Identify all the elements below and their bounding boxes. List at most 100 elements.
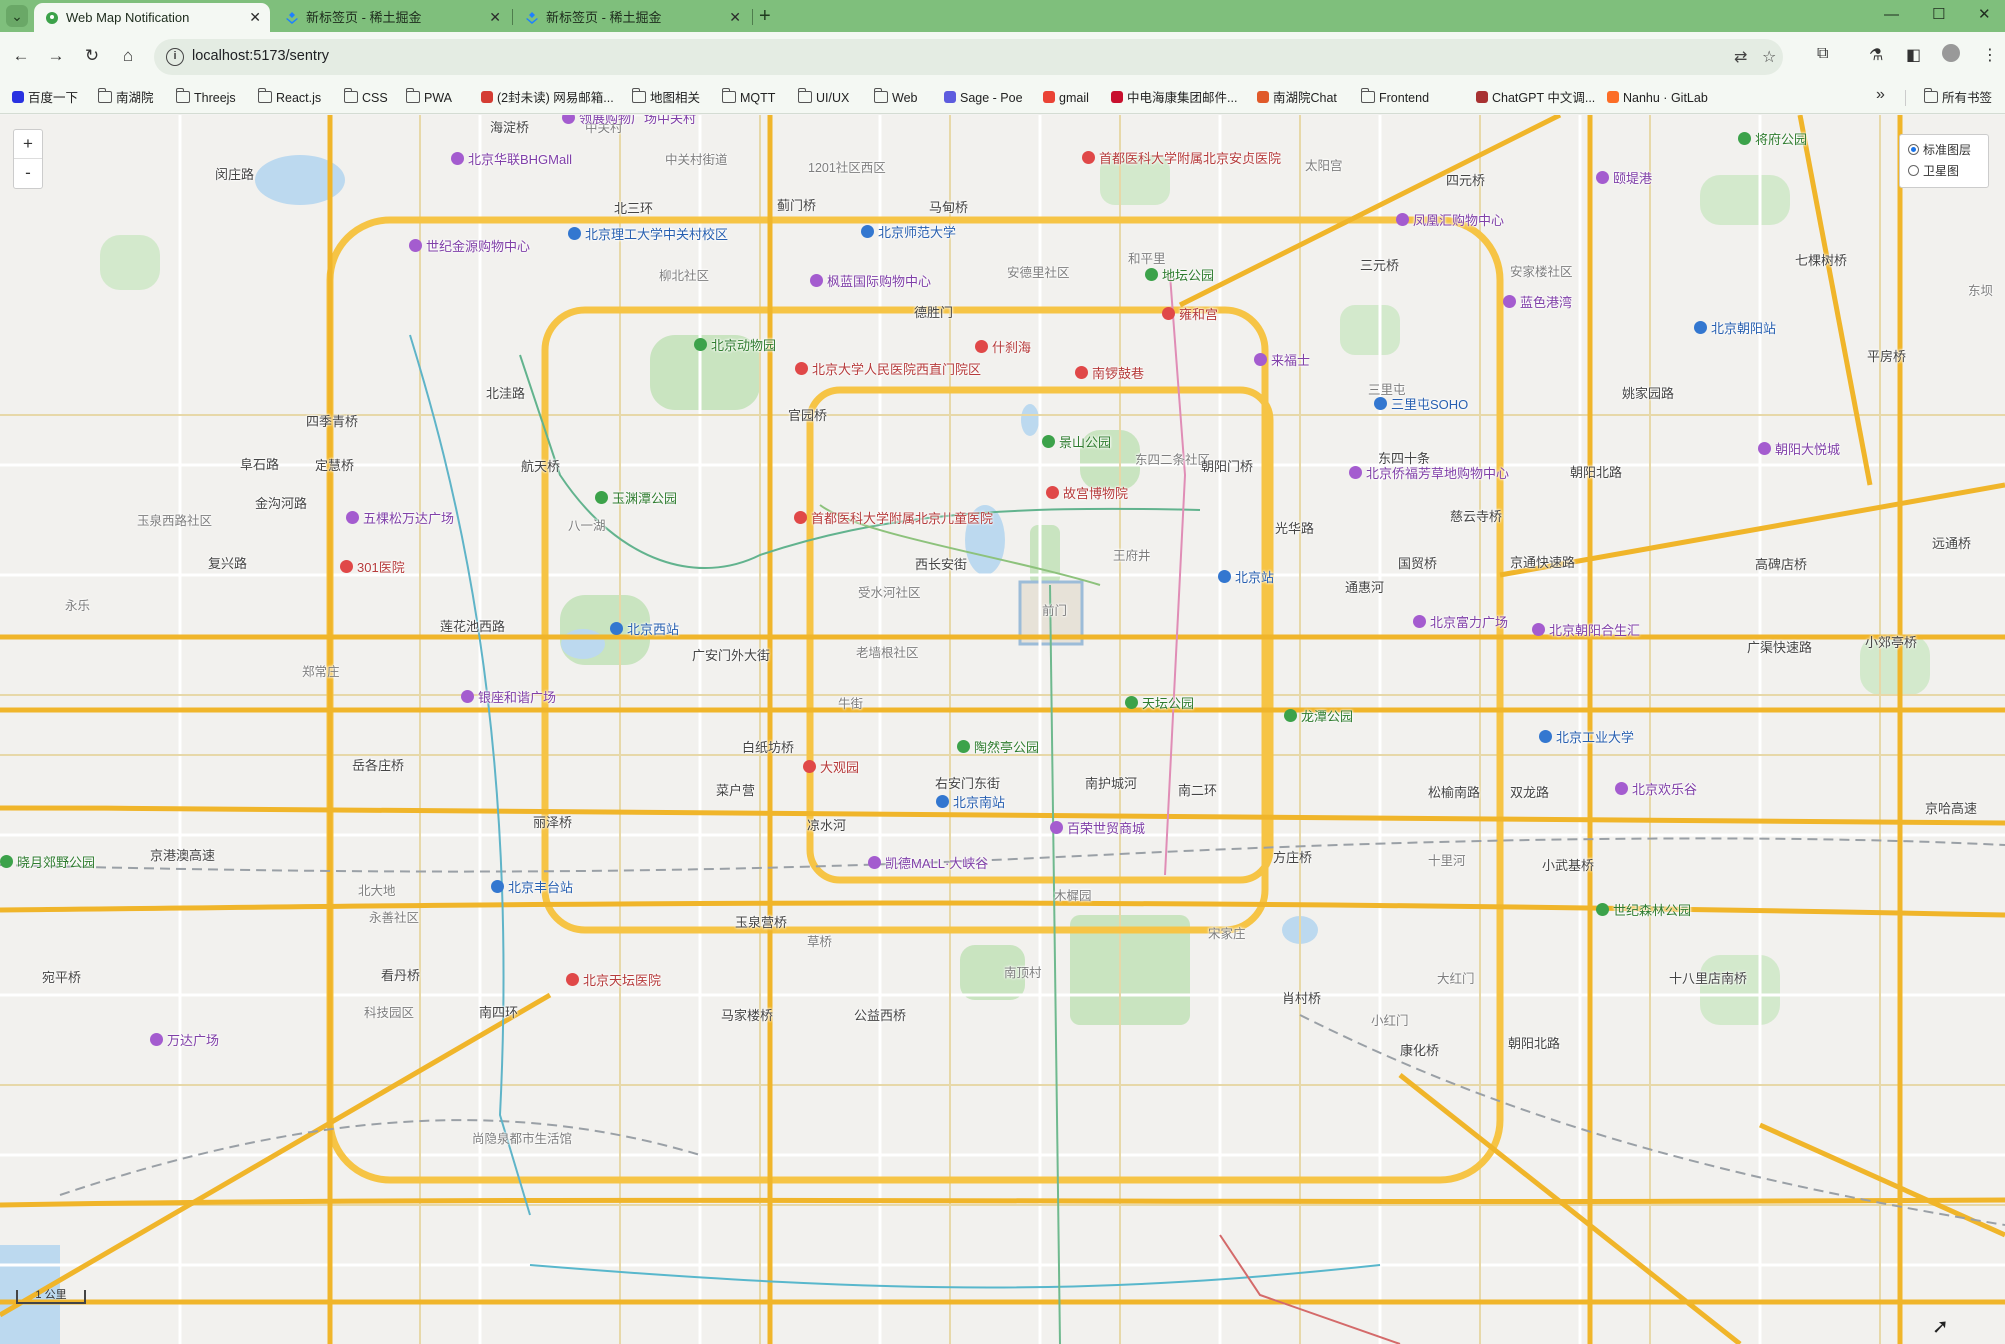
poi-marker[interactable]: 五棵松万达广场 — [346, 511, 454, 526]
bookmark-item[interactable]: gmail — [1043, 88, 1089, 108]
home-icon[interactable]: ⌂ — [115, 43, 141, 69]
map-pin-icon[interactable] — [491, 880, 504, 893]
map-pin-icon[interactable] — [1284, 709, 1297, 722]
poi-marker[interactable]: 北京动物园 — [694, 338, 776, 353]
poi-marker[interactable]: 景山公园 — [1042, 435, 1111, 450]
poi-marker[interactable]: 北京华联BHGMall — [451, 152, 572, 167]
map-pin-icon[interactable] — [562, 115, 575, 124]
map-pin-icon[interactable] — [1349, 466, 1362, 479]
bookmark-item[interactable]: 百度一下 — [12, 88, 78, 108]
bookmark-item[interactable]: Sage - Poe — [944, 88, 1023, 108]
map-pin-icon[interactable] — [1075, 366, 1088, 379]
map-pin-icon[interactable] — [346, 511, 359, 524]
map-pin-icon[interactable] — [795, 362, 808, 375]
poi-marker[interactable]: 龙潭公园 — [1284, 709, 1353, 724]
map-pin-icon[interactable] — [975, 340, 988, 353]
map-pin-icon[interactable] — [1738, 132, 1751, 145]
zoom-in-button[interactable]: + — [14, 130, 42, 159]
bookmark-item[interactable]: Threejs — [176, 88, 236, 108]
poi-marker[interactable]: 301医院 — [340, 560, 405, 575]
poi-marker[interactable]: 北京西站 — [610, 622, 679, 637]
layer-option-satellite[interactable]: 卫星图 — [1908, 161, 1980, 182]
labs-flask-icon[interactable]: ⚗ — [1869, 45, 1883, 65]
new-tab-button[interactable]: + — [759, 4, 771, 28]
poi-marker[interactable]: 北京欢乐谷 — [1615, 782, 1697, 797]
poi-marker[interactable]: 北京师范大学 — [861, 225, 956, 240]
poi-marker[interactable]: 北京理工大学中关村校区 — [568, 227, 728, 242]
map-pin-icon[interactable] — [803, 760, 816, 773]
map-pin-icon[interactable] — [810, 274, 823, 287]
poi-marker[interactable]: 百荣世贸商城 — [1050, 821, 1145, 836]
poi-marker[interactable]: 蓝色港湾 — [1503, 295, 1572, 310]
poi-marker[interactable]: 陶然亭公园 — [957, 740, 1039, 755]
map-pin-icon[interactable] — [340, 560, 353, 573]
poi-marker[interactable]: 北京朝阳站 — [1694, 321, 1776, 336]
translate-icon[interactable]: ⇄ — [1734, 47, 1747, 67]
profile-avatar-icon[interactable] — [1942, 44, 1960, 62]
bookmark-item[interactable]: UI/UX — [798, 88, 849, 108]
map-pin-icon[interactable] — [595, 491, 608, 504]
map-pin-icon[interactable] — [461, 690, 474, 703]
side-panel-icon[interactable]: ◧ — [1906, 45, 1921, 65]
close-tab-icon[interactable]: ✕ — [249, 3, 261, 32]
map-viewport[interactable]: + - 标准图层 卫星图 1 公里 ➚ 海淀桥 中关村 闵庄路 中关村街道 1201社区… — [0, 115, 2005, 1344]
map-pin-icon[interactable] — [1162, 307, 1175, 320]
poi-marker[interactable]: 颐堤港 — [1596, 171, 1652, 186]
poi-marker[interactable]: 什刹海 — [975, 340, 1031, 355]
forward-icon[interactable]: → — [43, 43, 69, 69]
bookmark-star-icon[interactable]: ☆ — [1762, 47, 1776, 67]
minimize-icon[interactable]: — — [1884, 2, 1899, 28]
poi-marker[interactable]: 天坛公园 — [1125, 696, 1194, 711]
layer-option-standard[interactable]: 标准图层 — [1908, 140, 1980, 161]
poi-marker[interactable]: 凯德MALL·大峡谷 — [868, 856, 988, 871]
map-tiles[interactable] — [0, 115, 2005, 1344]
map-pin-icon[interactable] — [150, 1033, 163, 1046]
bookmark-item[interactable]: 中电海康集团邮件... — [1111, 88, 1237, 108]
address-bar[interactable]: i localhost:5173/sentry ⇄ ☆ — [154, 39, 1783, 75]
radio-icon[interactable] — [1908, 165, 1919, 176]
close-tab-icon[interactable]: ✕ — [729, 3, 741, 32]
tab-search-button[interactable]: ⌄ — [6, 5, 28, 27]
map-pin-icon[interactable] — [1050, 821, 1063, 834]
map-pin-icon[interactable] — [1758, 442, 1771, 455]
poi-marker[interactable]: 枫蓝国际购物中心 — [810, 274, 931, 289]
poi-marker[interactable]: 玉渊潭公园 — [595, 491, 677, 506]
map-pin-icon[interactable] — [566, 973, 579, 986]
poi-marker[interactable]: 朝阳大悦城 — [1758, 442, 1840, 457]
map-pin-icon[interactable] — [1539, 730, 1552, 743]
map-pin-icon[interactable] — [1396, 213, 1409, 226]
map-pin-icon[interactable] — [1145, 268, 1158, 281]
bookmark-item[interactable]: (2封未读) 网易邮箱... — [481, 88, 614, 108]
poi-marker[interactable]: 银座和谐广场 — [461, 690, 556, 705]
bookmark-item[interactable]: PWA — [406, 88, 452, 108]
poi-marker[interactable]: 故宫博物院 — [1046, 486, 1128, 501]
map-pin-icon[interactable] — [0, 855, 13, 868]
poi-marker[interactable]: 北京富力广场 — [1413, 615, 1508, 630]
map-pin-icon[interactable] — [1596, 171, 1609, 184]
poi-marker[interactable]: 世纪金源购物中心 — [409, 239, 530, 254]
tab-web-map-notification[interactable]: Web Map Notification ✕ — [34, 3, 270, 32]
poi-marker[interactable]: 尚隐泉都市生活馆 — [472, 1128, 572, 1147]
extensions-icon[interactable]: ⧉ — [1817, 45, 1828, 63]
map-pin-icon[interactable] — [1596, 903, 1609, 916]
tab-juejin-2[interactable]: 新标签页 - 稀土掘金 ✕ — [514, 3, 750, 32]
poi-marker[interactable]: 雍和宫 — [1162, 307, 1218, 322]
maximize-icon[interactable]: ☐ — [1932, 2, 1945, 28]
more-menu-icon[interactable]: ⋮ — [1982, 45, 1998, 65]
poi-marker[interactable]: 北京工业大学 — [1539, 730, 1634, 745]
map-pin-icon[interactable] — [1042, 435, 1055, 448]
poi-marker[interactable]: 晓月郊野公园 — [0, 855, 95, 870]
map-pin-icon[interactable] — [1503, 295, 1516, 308]
poi-marker[interactable]: 北京大学人民医院西直门院区 — [795, 362, 981, 377]
poi-marker[interactable]: 南锣鼓巷 — [1075, 366, 1144, 381]
radio-icon[interactable] — [1908, 144, 1919, 155]
poi-marker[interactable]: 首都医科大学附属北京儿童医院 — [794, 511, 993, 526]
bookmark-item[interactable]: React.js — [258, 88, 321, 108]
map-pin-icon[interactable] — [568, 227, 581, 240]
map-pin-icon[interactable] — [1694, 321, 1707, 334]
map-pin-icon[interactable] — [1413, 615, 1426, 628]
poi-marker[interactable]: 来福士 — [1254, 353, 1310, 368]
close-tab-icon[interactable]: ✕ — [489, 3, 501, 32]
poi-marker[interactable]: 领展购物广场中关村 — [562, 115, 696, 126]
map-pin-icon[interactable] — [936, 795, 949, 808]
